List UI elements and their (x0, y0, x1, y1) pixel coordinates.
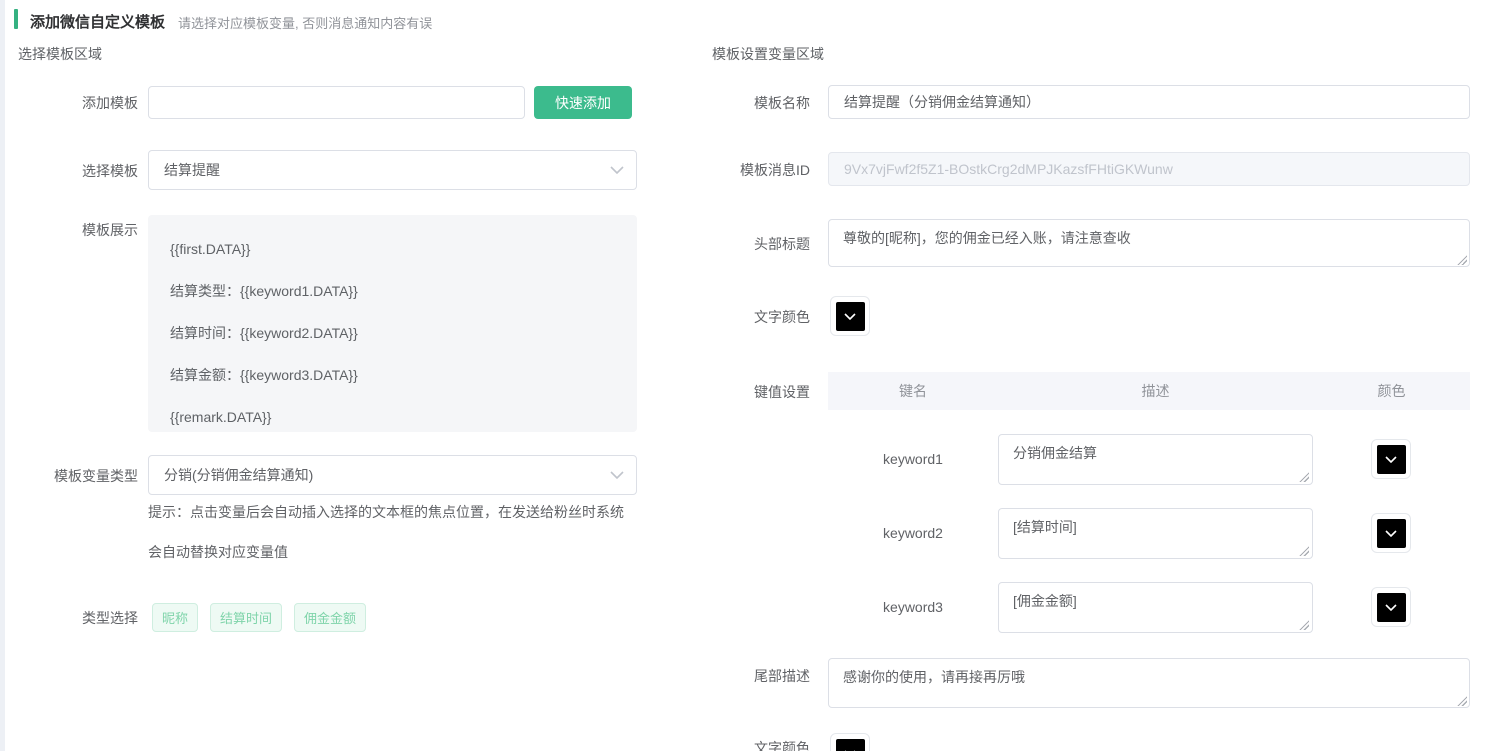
color-swatch-black (836, 739, 865, 751)
type-tag-group: 昵称 结算时间 佣金金额 (152, 603, 378, 632)
chevron-down-icon (610, 471, 624, 479)
template-name-label: 模板名称 (700, 95, 810, 111)
right-section-title: 模板设置变量区域 (712, 44, 824, 64)
chevron-down-icon (1385, 604, 1397, 611)
text-color-label: 文字颜色 (700, 309, 810, 325)
chevron-down-icon (1385, 456, 1397, 463)
kv-key-name: keyword1 (828, 451, 998, 467)
header-title-textarea[interactable]: 尊敬的[昵称]，您的佣金已经入账，请注意查收 (828, 219, 1470, 267)
page-title: 添加微信自定义模板 (30, 11, 165, 32)
kv-row-keyword2: keyword2 [结算时间] (828, 496, 1470, 570)
kv-color-picker[interactable] (1371, 587, 1411, 627)
variable-type-dropdown[interactable]: 分销(分销佣金结算通知) (148, 455, 637, 495)
variable-type-label: 模板变量类型 (0, 468, 138, 484)
title-accent-bar (14, 9, 18, 29)
type-tag-settle-time[interactable]: 结算时间 (210, 603, 282, 632)
resize-handle-icon[interactable] (1298, 619, 1309, 630)
text-color-picker[interactable] (830, 296, 870, 336)
left-section-title: 选择模板区域 (18, 44, 102, 64)
select-template-label: 选择模板 (0, 163, 138, 179)
color-swatch-black (1377, 593, 1406, 622)
kv-key-name: keyword3 (828, 599, 998, 615)
kv-color-picker[interactable] (1371, 513, 1411, 553)
kv-col-key: 键名 (828, 381, 998, 401)
type-tag-commission-amount[interactable]: 佣金金额 (294, 603, 366, 632)
kv-settings-label: 键值设置 (700, 384, 810, 400)
preview-line: 结算时间：{{keyword2.DATA}} (170, 312, 615, 354)
chevron-down-icon (610, 166, 624, 174)
text-color-bottom-picker[interactable] (830, 733, 870, 751)
kv-col-color: 颜色 (1313, 381, 1470, 401)
add-wechat-template-page: 添加微信自定义模板 请选择对应模板变量, 否则消息通知内容有误 选择模板区域 添… (0, 0, 1486, 751)
kv-color-picker[interactable] (1371, 439, 1411, 479)
add-template-input[interactable] (148, 86, 525, 119)
preview-line: 结算类型：{{keyword1.DATA}} (170, 270, 615, 312)
kv-desc-textarea[interactable]: 分销佣金结算 (998, 434, 1313, 485)
template-preview-box: {{first.DATA}} 结算类型：{{keyword1.DATA}} 结算… (148, 215, 637, 432)
page-subtitle: 请选择对应模板变量, 否则消息通知内容有误 (178, 13, 432, 32)
select-template-value: 结算提醒 (164, 160, 220, 180)
add-template-label: 添加模板 (0, 95, 138, 111)
footer-desc-textarea[interactable]: 感谢你的使用，请再接再厉哦 (828, 658, 1470, 708)
type-tag-nickname[interactable]: 昵称 (152, 603, 198, 632)
kv-row-keyword1: keyword1 分销佣金结算 (828, 422, 1470, 496)
preview-line: 结算金额：{{keyword3.DATA}} (170, 354, 615, 396)
resize-handle-icon[interactable] (1298, 471, 1309, 482)
header-title-label: 头部标题 (700, 236, 810, 252)
template-name-input[interactable] (828, 85, 1470, 119)
template-id-label: 模板消息ID (700, 162, 810, 178)
color-swatch-black (836, 302, 865, 331)
resize-handle-icon[interactable] (1456, 695, 1467, 706)
color-swatch-black (1377, 445, 1406, 474)
select-template-dropdown[interactable]: 结算提醒 (148, 150, 637, 190)
preview-line: {{remark.DATA}} (170, 396, 615, 438)
footer-desc-label: 尾部描述 (700, 668, 810, 684)
kv-desc-textarea[interactable]: [佣金金额] (998, 582, 1313, 633)
resize-handle-icon[interactable] (1298, 545, 1309, 556)
variable-hint-text: 提示：点击变量后会自动插入选择的文本框的焦点位置，在发送给粉丝时系统会自动替换对… (148, 492, 637, 572)
chevron-down-icon (844, 313, 856, 320)
color-swatch-black (1377, 519, 1406, 548)
kv-desc-textarea[interactable]: [结算时间] (998, 508, 1313, 559)
template-preview-label: 模板展示 (0, 222, 138, 238)
kv-table-header: 键名 描述 颜色 (828, 372, 1470, 410)
resize-handle-icon[interactable] (1456, 254, 1467, 265)
type-select-label: 类型选择 (0, 610, 138, 626)
kv-row-keyword3: keyword3 [佣金金额] (828, 570, 1470, 644)
text-color-bottom-label: 文字颜色 (700, 740, 810, 751)
kv-key-name: keyword2 (828, 525, 998, 541)
chevron-down-icon (1385, 530, 1397, 537)
variable-type-value: 分销(分销佣金结算通知) (164, 465, 313, 485)
kv-col-desc: 描述 (998, 381, 1313, 401)
preview-line: {{first.DATA}} (170, 228, 615, 270)
quick-add-button[interactable]: 快速添加 (534, 86, 632, 119)
page-edge-strip (0, 0, 5, 751)
template-id-input (828, 152, 1470, 186)
